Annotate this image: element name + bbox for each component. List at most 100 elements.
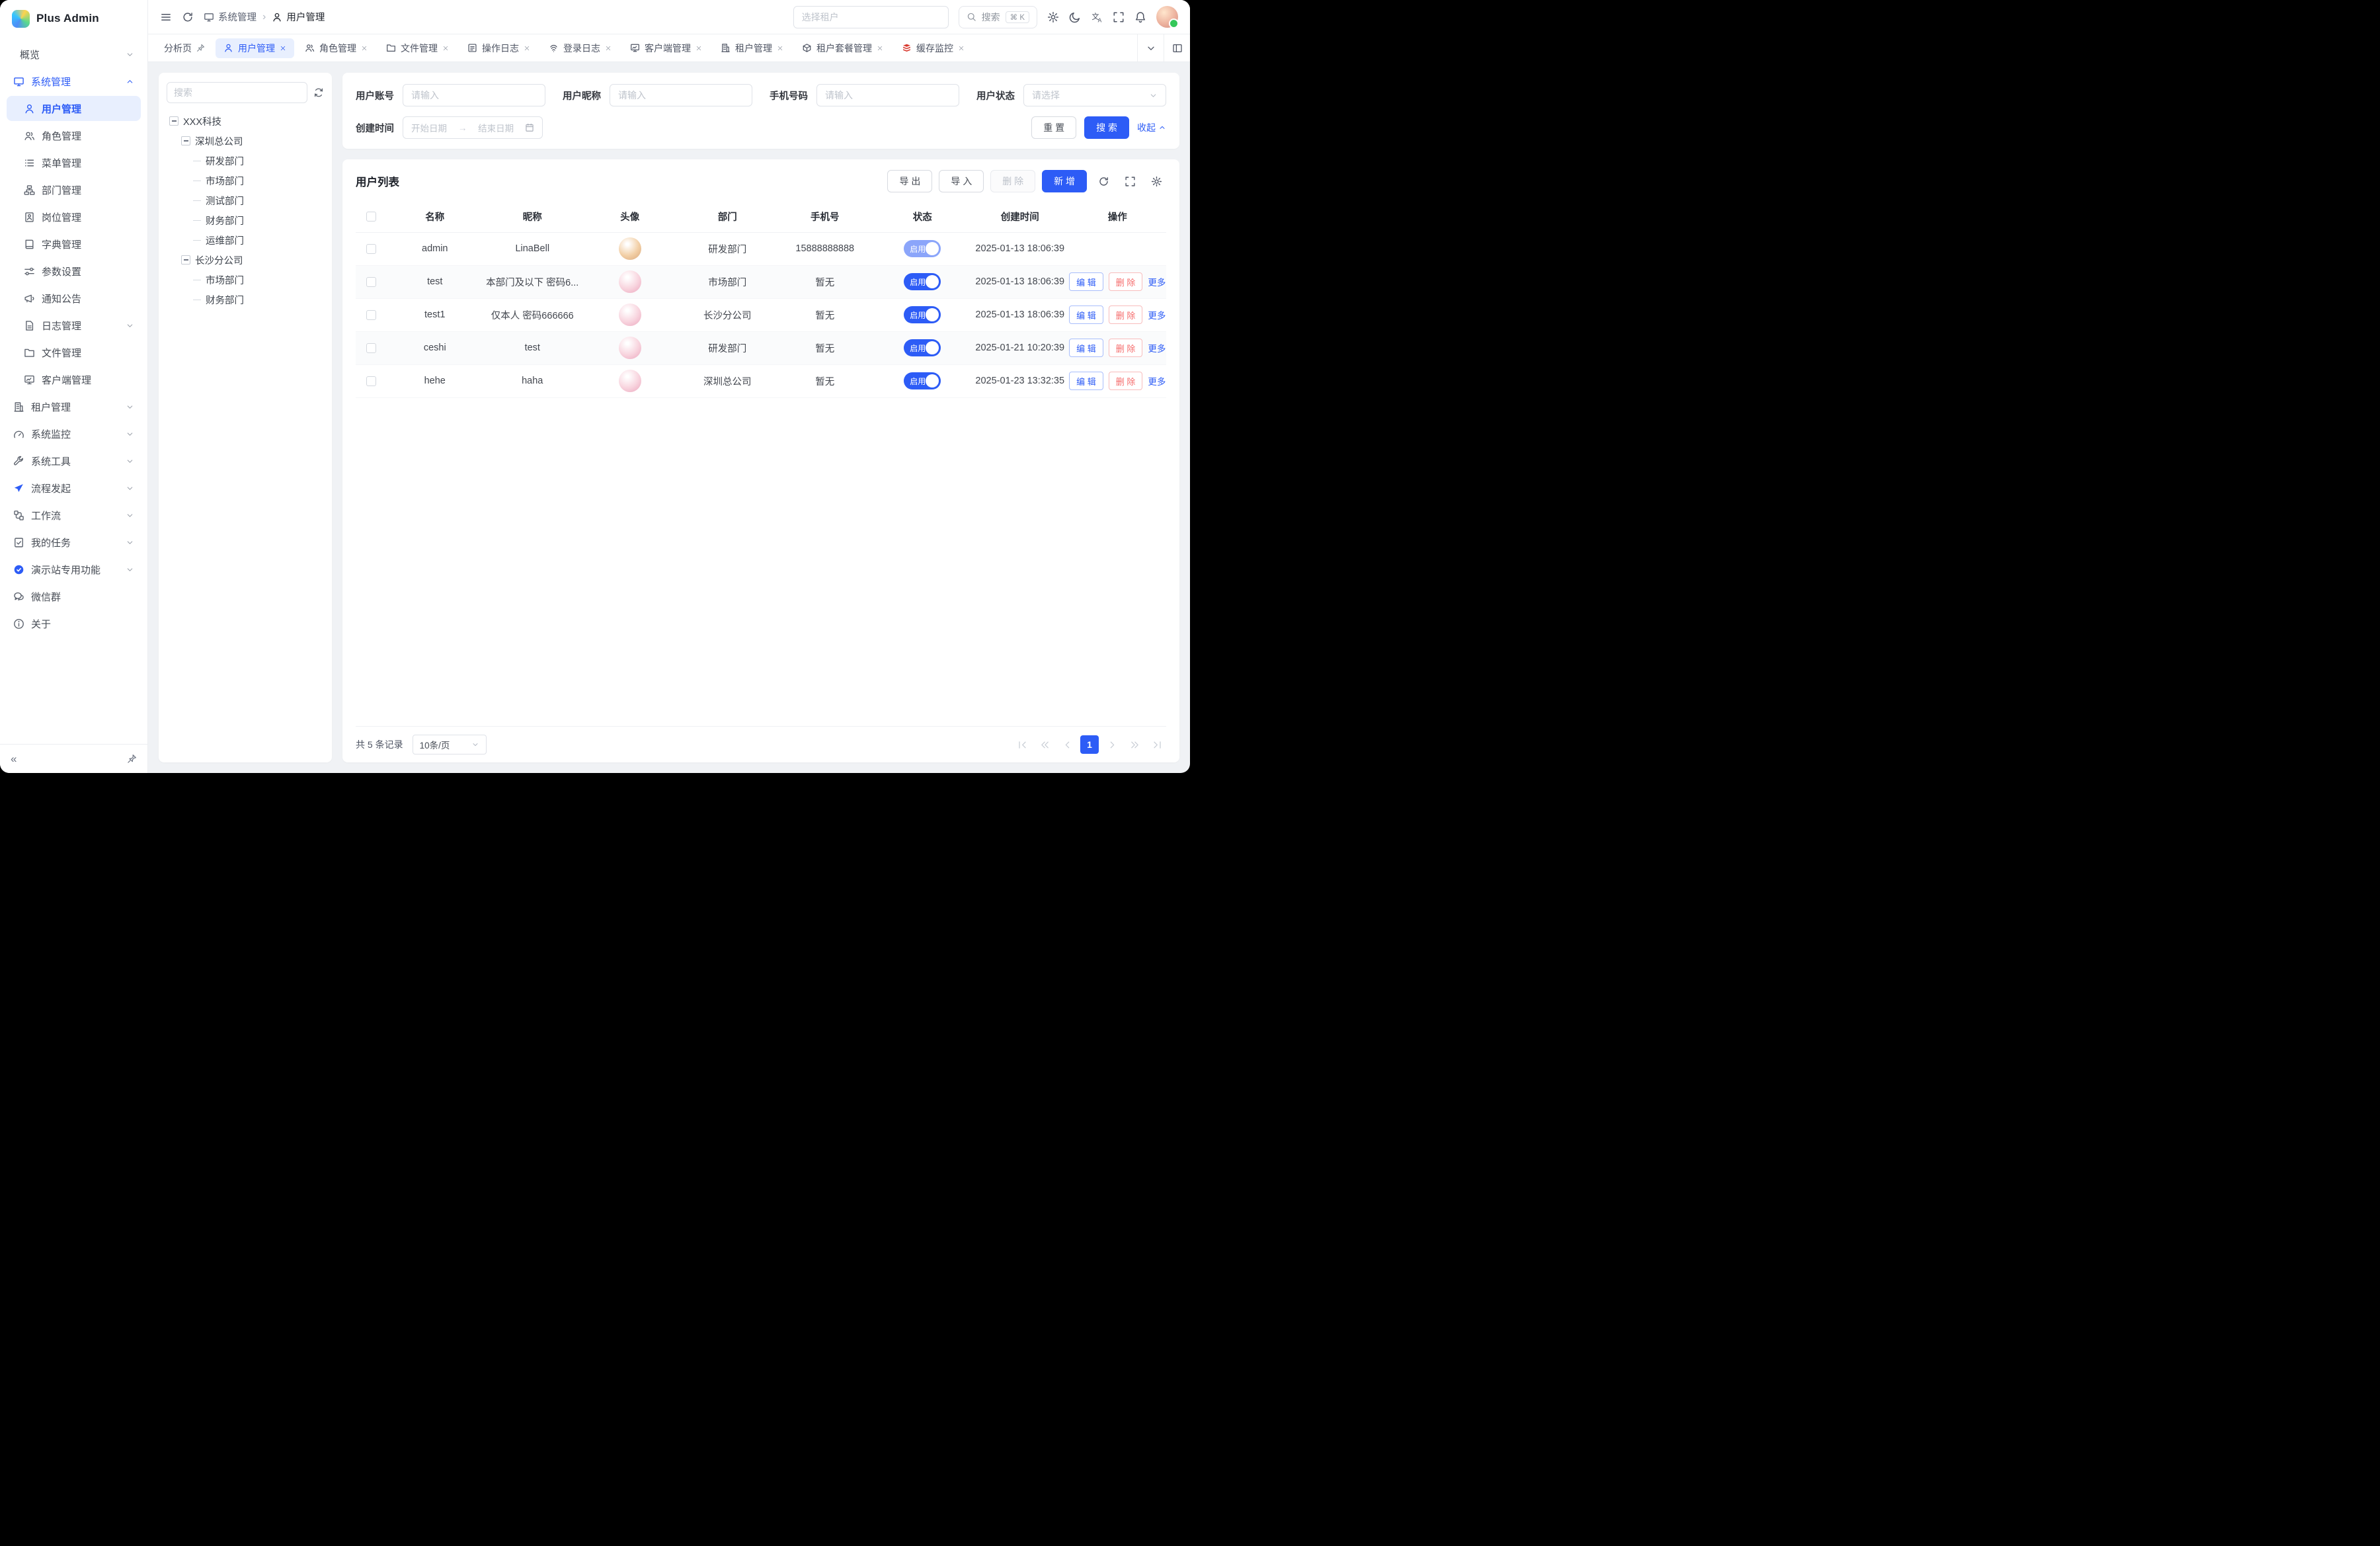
- status-toggle[interactable]: 启用: [904, 372, 941, 389]
- page-next-double-icon[interactable]: [1125, 735, 1144, 754]
- row-checkbox[interactable]: [366, 310, 376, 320]
- sidebar-item-wechat-group[interactable]: 微信群: [7, 584, 141, 609]
- sidebar-item-menu-management[interactable]: 菜单管理: [7, 150, 141, 175]
- close-tab-icon[interactable]: [695, 45, 702, 52]
- table-settings-icon[interactable]: [1146, 171, 1166, 191]
- close-tab-icon[interactable]: [280, 45, 286, 52]
- tab-file-management[interactable]: 文件管理: [378, 38, 457, 58]
- close-tab-icon[interactable]: [777, 45, 783, 52]
- tree-node-market-dept-cs[interactable]: 市场部门: [167, 270, 324, 290]
- sidebar-item-log-management[interactable]: 日志管理: [7, 313, 141, 338]
- tab-role-management[interactable]: 角色管理: [297, 38, 376, 58]
- user-nickname-input[interactable]: 请输入: [610, 84, 752, 106]
- tab-analysis-page[interactable]: 分析页: [156, 38, 213, 58]
- tree-node-market-dept[interactable]: 市场部门: [167, 171, 324, 190]
- tabs-dropdown-icon[interactable]: [1137, 34, 1164, 61]
- row-delete-button[interactable]: 删 除: [1109, 272, 1143, 291]
- user-avatar[interactable]: [1156, 6, 1178, 28]
- sidebar-item-my-tasks[interactable]: 我的任务: [7, 530, 141, 555]
- translate-icon[interactable]: 文A: [1091, 11, 1103, 23]
- sidebar-item-demo-features[interactable]: 演示站专用功能: [7, 557, 141, 582]
- export-button[interactable]: 导 出: [887, 170, 932, 192]
- table-refresh-icon[interactable]: [1093, 171, 1113, 191]
- tab-login-log[interactable]: 登录日志: [541, 38, 619, 58]
- tree-node-ops-dept[interactable]: 运维部门: [167, 230, 324, 250]
- global-search[interactable]: 搜索 ⌘ K: [959, 6, 1037, 28]
- sidebar-item-overview[interactable]: 概览: [7, 42, 141, 67]
- reset-button[interactable]: 重 置: [1031, 116, 1076, 139]
- page-next-icon[interactable]: [1103, 735, 1121, 754]
- row-checkbox[interactable]: [366, 244, 376, 254]
- status-toggle[interactable]: 启用: [904, 339, 941, 356]
- close-tab-icon[interactable]: [442, 45, 449, 52]
- status-toggle[interactable]: 启用: [904, 240, 941, 257]
- tree-collapse-icon[interactable]: [169, 116, 178, 126]
- row-checkbox[interactable]: [366, 376, 376, 386]
- sidebar-item-process-initiate[interactable]: 流程发起: [7, 475, 141, 501]
- user-account-input[interactable]: 请输入: [403, 84, 545, 106]
- bulk-delete-button[interactable]: 删 除: [990, 170, 1035, 192]
- tree-refresh-icon[interactable]: [313, 87, 324, 98]
- tab-operation-log[interactable]: 操作日志: [459, 38, 538, 58]
- more-link[interactable]: 更多: [1148, 341, 1166, 354]
- close-tab-icon[interactable]: [361, 45, 368, 52]
- sidebar-item-role-management[interactable]: 角色管理: [7, 123, 141, 148]
- sidebar-item-notice-announcement[interactable]: 通知公告: [7, 286, 141, 311]
- page-size-select[interactable]: 10条/页: [413, 735, 487, 754]
- page-prev-icon[interactable]: [1058, 735, 1076, 754]
- sidebar-item-client-management[interactable]: 客户端管理: [7, 367, 141, 392]
- notifications-bell-icon[interactable]: [1134, 11, 1146, 23]
- tab-cache-monitor[interactable]: 缓存监控: [894, 38, 972, 58]
- tab-user-management[interactable]: 用户管理: [216, 38, 294, 58]
- collapse-filter-link[interactable]: 收起: [1137, 121, 1166, 134]
- tenant-select[interactable]: 选择租户: [793, 6, 949, 28]
- tab-tenant-package-management[interactable]: 租户套餐管理: [794, 38, 891, 58]
- page-first-icon[interactable]: [1013, 735, 1031, 754]
- sidebar-item-system-management[interactable]: 系统管理: [7, 69, 141, 94]
- date-range-input[interactable]: 开始日期 → 结束日期: [403, 116, 543, 139]
- page-prev-double-icon[interactable]: [1035, 735, 1054, 754]
- more-link[interactable]: 更多: [1148, 308, 1166, 321]
- tree-node-finance-dept[interactable]: 财务部门: [167, 210, 324, 230]
- close-tab-icon[interactable]: [958, 45, 965, 52]
- sidebar-item-dict-management[interactable]: 字典管理: [7, 231, 141, 257]
- tabs-layout-icon[interactable]: [1164, 34, 1190, 61]
- row-checkbox[interactable]: [366, 277, 376, 287]
- sidebar-item-file-management[interactable]: 文件管理: [7, 340, 141, 365]
- collapse-sidebar-icon[interactable]: «: [11, 753, 17, 766]
- tab-client-management[interactable]: 客户端管理: [622, 38, 710, 58]
- row-delete-button[interactable]: 删 除: [1109, 372, 1143, 390]
- sidebar-item-workflow[interactable]: 工作流: [7, 503, 141, 528]
- status-toggle[interactable]: 启用: [904, 273, 941, 290]
- refresh-page-icon[interactable]: [182, 11, 194, 23]
- hamburger-menu-icon[interactable]: [160, 11, 172, 23]
- sidebar-item-tenant-management[interactable]: 租户管理: [7, 394, 141, 419]
- tab-tenant-management[interactable]: 租户管理: [713, 38, 791, 58]
- tree-collapse-icon[interactable]: [181, 136, 190, 145]
- tree-collapse-icon[interactable]: [181, 255, 190, 264]
- sidebar-item-system-tools[interactable]: 系统工具: [7, 448, 141, 473]
- sidebar-item-post-management[interactable]: 岗位管理: [7, 204, 141, 229]
- settings-gear-icon[interactable]: [1047, 11, 1059, 23]
- sidebar-item-about[interactable]: 关于: [7, 611, 141, 636]
- edit-button[interactable]: 编 辑: [1069, 372, 1103, 390]
- breadcrumb-item-system-management[interactable]: 系统管理: [204, 10, 257, 24]
- row-delete-button[interactable]: 删 除: [1109, 305, 1143, 324]
- sidebar-item-dept-management[interactable]: 部门管理: [7, 177, 141, 202]
- table-fullscreen-icon[interactable]: [1120, 171, 1140, 191]
- select-all-checkbox[interactable]: [366, 212, 376, 222]
- more-link[interactable]: 更多: [1148, 374, 1166, 387]
- import-button[interactable]: 导 入: [939, 170, 984, 192]
- breadcrumb-item-user-management[interactable]: 用户管理: [272, 10, 325, 24]
- pin-sidebar-icon[interactable]: [127, 754, 137, 764]
- edit-button[interactable]: 编 辑: [1069, 339, 1103, 357]
- add-button[interactable]: 新 增: [1042, 170, 1087, 192]
- edit-button[interactable]: 编 辑: [1069, 272, 1103, 291]
- close-tab-icon[interactable]: [605, 45, 612, 52]
- status-toggle[interactable]: 启用: [904, 306, 941, 323]
- sidebar-item-param-settings[interactable]: 参数设置: [7, 259, 141, 284]
- close-tab-icon[interactable]: [524, 45, 530, 52]
- more-link[interactable]: 更多: [1148, 275, 1166, 288]
- page-last-icon[interactable]: [1148, 735, 1166, 754]
- tree-node-shenzhen-hq[interactable]: 深圳总公司: [167, 131, 324, 151]
